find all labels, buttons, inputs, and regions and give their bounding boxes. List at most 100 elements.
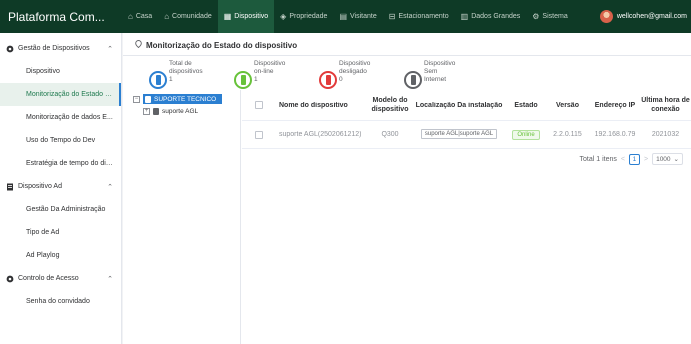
sidebar-item-monitorizacao-estado[interactable]: Monitorização do Estado d... — [0, 83, 121, 106]
stat-line1: Total de — [169, 60, 192, 67]
tree-node-text: SUPORTE TECNICO — [154, 95, 217, 103]
sidebar-item-estrategia-tempo[interactable]: Estratégia de tempo do dis... — [0, 152, 121, 175]
stat-text: Dispositivo desligado 0 — [339, 60, 391, 84]
row-checkbox[interactable] — [255, 130, 263, 139]
main-content: Monitorização do Estado do dispositivo T… — [123, 33, 691, 344]
page-title-text: Monitorização do Estado do dispositivo — [146, 40, 298, 50]
nav-visitante[interactable]: ▤ Visitante — [333, 0, 382, 33]
status-badge: Online — [512, 129, 540, 140]
row-select-cell — [242, 130, 276, 139]
main-nav: ⌂ Casa ⌂ Comunidade ▦ Dispositivo ◈ Propried… — [122, 0, 600, 33]
stat-line2: on-line — [254, 68, 274, 75]
device-icon: ▦ — [223, 11, 232, 21]
col-header-model[interactable]: Modelo do dispositivo — [369, 96, 411, 114]
tree-node-label-selected[interactable]: SUPORTE TECNICO — [143, 94, 223, 104]
collapse-icon[interactable]: − — [133, 95, 140, 103]
cell-name: suporte AGL(2502061212) — [279, 131, 362, 138]
nav-dados-grandes[interactable]: ▥ Dados Grandes — [455, 0, 527, 33]
nav-label: Visitante — [350, 13, 377, 20]
page-size-select[interactable]: 1000 ⌄ — [652, 153, 683, 165]
top-navbar: Plataforma Com... ⌂ Casa ⌂ Comunidade ▦ Dis… — [0, 0, 691, 33]
col-header-name[interactable]: Nome do dispositivo — [276, 102, 369, 109]
sidebar-item-uso-tempo[interactable]: Uso do Tempo do Dev — [0, 129, 121, 152]
parking-icon: ⊟ — [388, 11, 396, 21]
sidebar-item-senha-convidado[interactable]: Senha do convidado — [0, 290, 121, 313]
stat-value: 0 — [339, 76, 343, 83]
stat-text: Dispositivo Sem Internet — [424, 60, 476, 84]
nav-estacionamento[interactable]: ⊟ Estacionamento — [383, 0, 455, 33]
building-icon — [153, 107, 159, 115]
nav-propriedade[interactable]: ◈ Propriedade — [274, 0, 333, 33]
stat-line1: Dispositivo — [339, 60, 371, 67]
table-row[interactable]: suporte AGL(2502061212) Q300 suporte AGL… — [242, 121, 691, 149]
sidebar-item-tipo-ad[interactable]: Tipo de Ad — [0, 221, 121, 244]
col-header-ip[interactable]: Endereço IP — [590, 101, 640, 110]
pagination-total: Total 1 itens — [579, 155, 617, 163]
page-number[interactable]: 1 — [628, 153, 640, 165]
settings-icon — [6, 45, 14, 53]
sidebar-group-gestao[interactable]: Gestão de Dispositivos ⌃ — [0, 37, 121, 60]
nav-dispositivo[interactable]: ▦ Dispositivo — [217, 0, 275, 33]
stat-line1: Dispositivo — [424, 60, 456, 67]
access-icon — [6, 275, 14, 283]
device-total-icon — [149, 71, 167, 89]
stat-line2: dispositivos — [169, 68, 203, 75]
nav-casa[interactable]: ⌂ Casa — [122, 0, 158, 33]
sidebar-item-ad-playlog[interactable]: Ad Playlog — [0, 244, 121, 267]
nav-label: Dispositivo — [234, 13, 269, 20]
chevron-up-icon: ⌃ — [107, 45, 113, 53]
pagination: Total 1 itens < 1 > 1000 ⌄ — [580, 153, 691, 165]
next-page-icon[interactable]: > — [644, 156, 648, 163]
property-icon: ◈ — [280, 11, 287, 21]
stat-text: Total de dispositivos 1 — [169, 60, 221, 84]
nav-label: Propriedade — [289, 13, 328, 20]
location-pin-icon — [135, 40, 142, 50]
sidebar-group-controlo-acesso[interactable]: Controlo de Acesso ⌃ — [0, 267, 121, 290]
device-online-icon — [234, 71, 252, 89]
nav-label: Dados Grandes — [471, 13, 521, 20]
table-header: Nome do dispositivo Modelo do dispositiv… — [242, 90, 691, 121]
app-title[interactable]: Plataforma Com... — [0, 10, 122, 24]
cell-location: suporte AGL|suporte AGL — [411, 128, 507, 141]
col-header-last-connection[interactable]: Última hora de conexão — [640, 96, 691, 114]
device-no-internet-icon — [404, 71, 422, 89]
col-header-state[interactable]: Estado — [507, 102, 545, 109]
user-email: wellcohen@gmail.com — [616, 13, 687, 20]
gear-icon: ⚙ — [532, 11, 540, 21]
sidebar-item-gestao-administracao[interactable]: Gestão Da Administração — [0, 198, 121, 221]
nav-label: Comunidade — [172, 13, 212, 20]
col-header-location[interactable]: Localização Da instalação — [411, 102, 507, 109]
cell-version: 2.2.0.115 — [553, 131, 582, 138]
tree-node-suporte-agl[interactable]: + suporte AGL — [143, 106, 198, 116]
page-title: Monitorização do Estado do dispositivo — [135, 40, 297, 50]
sidebar-item-monitorizacao-dados[interactable]: Monitorização de dados E... — [0, 106, 121, 129]
select-all-checkbox[interactable] — [255, 101, 263, 109]
cell-model: Q300 — [381, 131, 399, 138]
col-header-version[interactable]: Versão — [545, 102, 590, 109]
stat-line2: Sem — [424, 68, 438, 75]
home-icon: ⌂ — [128, 11, 133, 21]
device-table: Nome do dispositivo Modelo do dispositiv… — [242, 90, 691, 149]
org-tree: − SUPORTE TECNICO + suporte AGL — [123, 90, 241, 344]
stat-text: Dispositivo on-line 1 — [254, 60, 306, 84]
chevron-down-icon: ⌄ — [673, 156, 679, 163]
nav-label: Sistema — [542, 13, 568, 20]
stat-value: 1 — [169, 76, 173, 83]
sidebar-group-dispositivo-ad[interactable]: Dispositivo Ad ⌃ — [0, 175, 121, 198]
expand-icon[interactable]: + — [143, 107, 150, 115]
page-size-value: 1000 — [656, 155, 671, 163]
tree-node-suporte-tecnico[interactable]: − SUPORTE TECNICO — [133, 94, 223, 104]
location-tag: suporte AGL|suporte AGL — [420, 128, 498, 139]
divider — [123, 55, 691, 56]
sidebar-group-label: Dispositivo Ad — [18, 183, 62, 190]
sidebar-group-label: Gestão de Dispositivos — [18, 45, 90, 52]
nav-comunidade[interactable]: ⌂ Comunidade — [158, 0, 218, 33]
stat-value: 1 — [254, 76, 258, 83]
chevron-up-icon: ⌃ — [107, 275, 113, 283]
user-menu[interactable]: wellcohen@gmail.com — [599, 10, 691, 23]
prev-page-icon[interactable]: < — [621, 156, 625, 163]
nav-sistema[interactable]: ⚙ Sistema — [526, 0, 573, 33]
sidebar-item-dispositivo[interactable]: Dispositivo — [0, 60, 121, 83]
visitor-icon: ▤ — [339, 11, 348, 21]
select-all-cell — [242, 101, 276, 109]
